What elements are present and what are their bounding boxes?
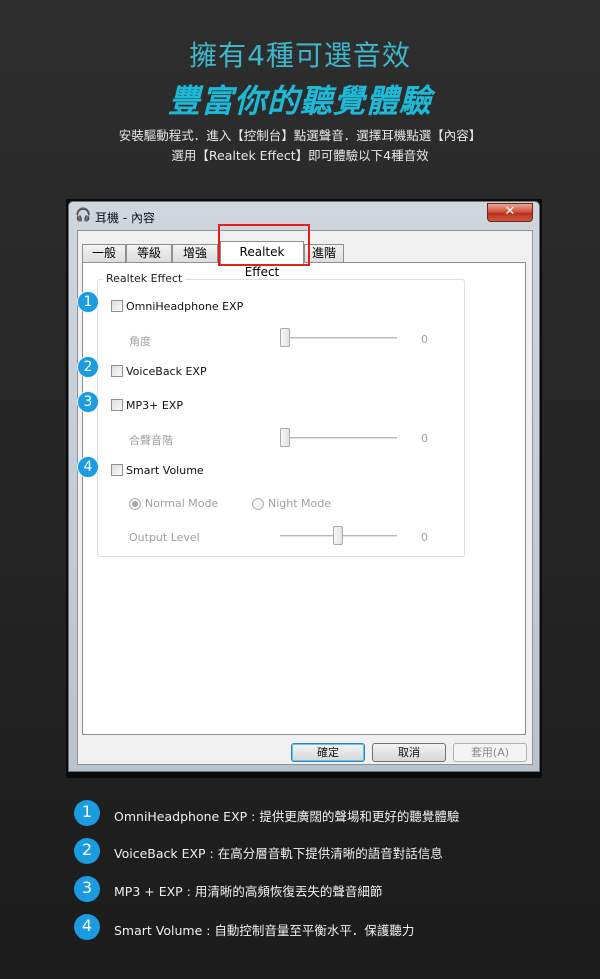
close-button[interactable]: ✕: [487, 203, 533, 222]
description-line-1: 安裝驅動程式．進入【控制台】點選聲音．選擇耳機點選【內容】: [118, 128, 482, 143]
chorus-slider-track[interactable]: [280, 437, 397, 440]
ok-button[interactable]: 確定: [291, 743, 365, 762]
hero-title-1: 擁有4種可選音效: [189, 39, 411, 72]
night-mode-radio[interactable]: [252, 498, 264, 510]
close-icon: ✕: [504, 204, 516, 219]
realtek-effect-group: Realtek Effect OmniHeadphone EXP 角度 0 Vo…: [97, 272, 465, 557]
chorus-slider-thumb[interactable]: [280, 428, 290, 447]
feature-badge-3: 3: [74, 876, 100, 902]
mp3-checkbox[interactable]: [111, 399, 123, 411]
group-label: Realtek Effect: [103, 272, 186, 285]
mp3-option[interactable]: MP3+ EXP: [111, 398, 183, 412]
angle-slider-thumb[interactable]: [280, 328, 290, 347]
tab-levels[interactable]: 等級: [126, 244, 172, 263]
badge-1: 1: [77, 291, 99, 313]
badge-2: 2: [77, 356, 99, 378]
badge-4: 4: [77, 456, 99, 478]
tab-panel: Realtek Effect OmniHeadphone EXP 角度 0 Vo…: [82, 262, 526, 735]
tab-advanced[interactable]: 進階: [304, 244, 344, 263]
angle-label: 角度: [129, 335, 151, 348]
chorus-value: 0: [421, 432, 428, 445]
smart-volume-checkbox[interactable]: [111, 464, 123, 476]
voiceback-label: VoiceBack EXP: [126, 364, 207, 378]
feature-badge-4: 4: [74, 914, 100, 940]
window-client: 一般 等級 增強 Realtek Effect 進階 Realtek Effec…: [77, 224, 533, 765]
omniheadphone-label: OmniHeadphone EXP: [126, 299, 244, 313]
output-level-slider-thumb[interactable]: [333, 526, 343, 545]
feature-item-3: MP3 + EXP : 用清晰的高頻恢復丟失的聲音細節: [114, 884, 383, 899]
hero-description: 安裝驅動程式．進入【控制台】點選聲音．選擇耳機點選【內容】 選用【Realtek…: [0, 126, 600, 166]
angle-value: 0: [421, 333, 428, 346]
output-level-label: Output Level: [129, 531, 200, 544]
tab-enhancements[interactable]: 增強: [172, 244, 218, 263]
badge-3: 3: [77, 391, 99, 413]
omniheadphone-checkbox[interactable]: [111, 300, 123, 312]
tab-general[interactable]: 一般: [82, 244, 126, 263]
smart-volume-label: Smart Volume: [126, 463, 204, 477]
output-level-value: 0: [421, 531, 428, 544]
chorus-label: 合聲音階: [129, 434, 173, 447]
hero-title-2: 豐富你的聽覺體驗: [167, 82, 432, 120]
mp3-label: MP3+ EXP: [126, 398, 183, 412]
headphone-icon: 🎧: [75, 208, 92, 223]
feature-badge-2: 2: [74, 838, 100, 864]
omniheadphone-option[interactable]: OmniHeadphone EXP: [111, 299, 243, 313]
normal-mode-radio[interactable]: [129, 498, 141, 510]
properties-window: 🎧 耳機 - 內容 ✕ 一般 等級 增強 Realtek Effect 進階 R…: [68, 201, 540, 772]
cancel-button[interactable]: 取消: [372, 743, 446, 762]
apply-button[interactable]: 套用(A): [453, 743, 527, 762]
window-title: 耳機 - 內容: [95, 211, 155, 225]
description-line-2: 選用【Realtek Effect】即可體驗以下4種音效: [171, 148, 429, 163]
feature-item-4: Smart Volume : 自動控制音量至平衡水平．保護聽力: [114, 923, 415, 938]
feature-item-1: OmniHeadphone EXP : 提供更廣闊的聲場和更好的聽覺體驗: [114, 809, 460, 824]
tab-highlight-box: [218, 224, 310, 266]
voiceback-option[interactable]: VoiceBack EXP: [111, 364, 207, 378]
feature-badge-1: 1: [74, 800, 100, 826]
feature-item-2: VoiceBack EXP : 在高分層音軌下提供清晰的語音對話信息: [114, 846, 443, 861]
angle-slider-track[interactable]: [280, 337, 397, 340]
normal-mode-label: Normal Mode: [145, 497, 219, 510]
night-mode-label: Night Mode: [268, 497, 332, 510]
voiceback-checkbox[interactable]: [111, 365, 123, 377]
smart-volume-option[interactable]: Smart Volume: [111, 463, 204, 477]
